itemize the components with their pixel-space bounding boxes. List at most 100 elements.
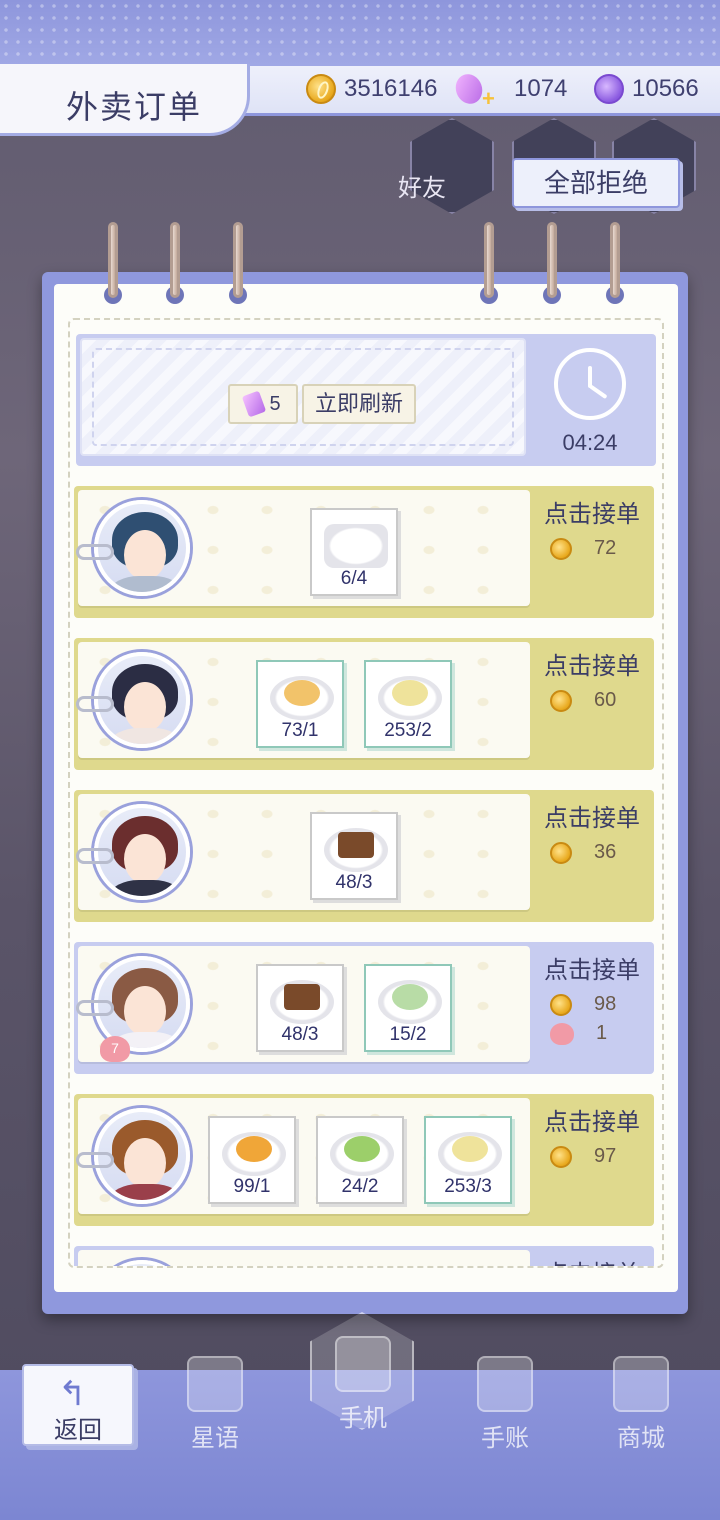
reward-panel[interactable]: 点击接单 60 bbox=[536, 646, 648, 712]
item-count: 253/3 bbox=[444, 1176, 492, 1197]
gold-reward-value: 60 bbox=[594, 689, 617, 711]
order-card[interactable]: 7 48/3 15/2 bbox=[76, 946, 530, 1062]
reward-panel[interactable]: 点击接单 bbox=[536, 1254, 648, 1266]
affection-heart-icon: 7 bbox=[100, 1036, 130, 1062]
gold-value: 3516146 bbox=[344, 75, 438, 102]
order-row[interactable]: 48/3 点击接单 36 bbox=[74, 790, 654, 922]
binder-ring bbox=[480, 222, 498, 304]
back-button[interactable]: ↰ 返回 bbox=[22, 1364, 134, 1446]
nav-shop[interactable]: 商城 bbox=[596, 1356, 686, 1453]
pastry-food bbox=[236, 1136, 272, 1162]
order-row[interactable]: 73/1 253/2 点击接单 60 bbox=[74, 638, 654, 770]
refresh-timer: 04:24 bbox=[562, 430, 618, 455]
order-card[interactable] bbox=[78, 1250, 530, 1266]
gold-reward-value: 98 bbox=[594, 993, 617, 1015]
accept-order-button[interactable]: 点击接单 bbox=[536, 1254, 648, 1266]
ring-loop bbox=[610, 222, 620, 298]
moon-counter[interactable]: 10566 bbox=[594, 72, 699, 106]
heart-reward: 1 bbox=[550, 1022, 648, 1045]
avatar-face bbox=[124, 986, 166, 1036]
order-item[interactable]: 99/1 bbox=[208, 1116, 296, 1204]
notebook-page: 5 立即刷新 04:24 6/4 点击接单 72 73/1 253/2 点击接单… bbox=[54, 284, 678, 1292]
add-gems-icon[interactable]: + bbox=[482, 86, 495, 112]
coin-icon bbox=[550, 993, 572, 1016]
accept-order-button[interactable]: 点击接单 bbox=[536, 798, 648, 833]
order-row[interactable]: 7 48/3 15/2 点击接单 98 1 bbox=[74, 942, 654, 1074]
order-card[interactable]: 6/4 bbox=[76, 490, 530, 606]
top-dots-decoration bbox=[0, 0, 720, 60]
binder-ring bbox=[166, 222, 184, 304]
order-item[interactable]: 24/2 bbox=[316, 1116, 404, 1204]
reward-panel[interactable]: 点击接单 98 1 bbox=[536, 950, 648, 1045]
nav-phone[interactable]: 手机 bbox=[318, 1336, 408, 1433]
order-notebook: 5 立即刷新 04:24 6/4 点击接单 72 73/1 253/2 点击接单… bbox=[42, 272, 688, 1314]
order-list[interactable]: 5 立即刷新 04:24 6/4 点击接单 72 73/1 253/2 点击接单… bbox=[68, 318, 664, 1268]
order-row[interactable]: 点击接单 bbox=[74, 1246, 654, 1266]
avatar-body bbox=[110, 576, 182, 592]
accept-order-button[interactable]: 点击接单 bbox=[536, 494, 648, 529]
journal-icon bbox=[477, 1356, 533, 1412]
item-count: 73/1 bbox=[281, 720, 319, 741]
order-item[interactable]: 6/4 bbox=[310, 508, 398, 596]
refresh-cost[interactable]: 5 bbox=[228, 384, 298, 424]
order-card[interactable]: 73/1 253/2 bbox=[76, 642, 530, 758]
paperclip-icon bbox=[76, 1152, 114, 1168]
order-item[interactable]: 253/3 bbox=[424, 1116, 512, 1204]
gold-reward: 72 bbox=[550, 537, 648, 560]
order-item[interactable]: 15/2 bbox=[364, 964, 452, 1052]
reward-panel[interactable]: 点击接单 97 bbox=[536, 1102, 648, 1168]
coin-icon bbox=[550, 689, 572, 712]
header: 外卖订单 3516146 1074 + 10566 bbox=[0, 62, 720, 136]
accept-order-button[interactable]: 点击接单 bbox=[536, 1102, 648, 1137]
gem-icon bbox=[242, 390, 267, 418]
order-row[interactable]: 99/1 24/2 253/3 点击接单 97 bbox=[74, 1094, 654, 1226]
heart-reward-value: 1 bbox=[596, 1022, 608, 1044]
order-card[interactable]: 48/3 bbox=[76, 794, 530, 910]
accept-order-button[interactable]: 点击接单 bbox=[536, 950, 648, 985]
back-label: 返回 bbox=[54, 1417, 102, 1444]
paperclip-icon bbox=[76, 696, 114, 712]
coin-icon bbox=[550, 537, 572, 560]
reward-panel[interactable]: 点击接单 72 bbox=[536, 494, 648, 560]
ring-loop bbox=[484, 222, 494, 298]
nav-journal[interactable]: 手账 bbox=[460, 1356, 550, 1453]
reward-panel[interactable]: 点击接单 36 bbox=[536, 798, 648, 864]
item-count: 48/3 bbox=[335, 872, 373, 893]
item-count: 99/1 bbox=[233, 1176, 271, 1197]
paperclip-icon bbox=[76, 544, 114, 560]
accept-order-button[interactable]: 点击接单 bbox=[536, 646, 648, 681]
stars-card-icon bbox=[187, 1356, 243, 1412]
avatar-body bbox=[110, 880, 182, 896]
order-item[interactable]: 253/2 bbox=[364, 660, 452, 748]
paperclip-icon bbox=[76, 848, 114, 864]
gem-counter[interactable]: 1074 bbox=[451, 70, 567, 108]
salad-food bbox=[392, 984, 428, 1010]
item-count: 6/4 bbox=[340, 568, 368, 589]
binder-ring bbox=[104, 222, 122, 304]
refresh-area: 5 立即刷新 bbox=[80, 338, 526, 456]
moon-coin-icon bbox=[594, 74, 624, 104]
gold-reward: 97 bbox=[550, 1145, 648, 1168]
gold-counter[interactable]: 3516146 bbox=[306, 72, 437, 106]
refresh-now-button[interactable]: 立即刷新 bbox=[302, 384, 416, 424]
back-arrow-icon: ↰ bbox=[58, 1375, 87, 1413]
nav-phone-label: 手机 bbox=[339, 1405, 387, 1432]
customer-avatar[interactable] bbox=[94, 1260, 190, 1266]
binder-ring bbox=[229, 222, 247, 304]
order-item[interactable]: 48/3 bbox=[256, 964, 344, 1052]
binder-ring bbox=[543, 222, 561, 304]
nav-stars[interactable]: 星语 bbox=[170, 1356, 260, 1453]
order-item[interactable]: 73/1 bbox=[256, 660, 344, 748]
friends-label-bg: 好友 bbox=[398, 175, 446, 202]
phone-icon bbox=[335, 1336, 391, 1392]
order-card[interactable]: 99/1 24/2 253/3 bbox=[76, 1098, 530, 1214]
order-item[interactable]: 48/3 bbox=[310, 812, 398, 900]
order-row[interactable]: 6/4 点击接单 72 bbox=[74, 486, 654, 618]
refresh-panel: 5 立即刷新 04:24 bbox=[76, 334, 656, 466]
page-title: 外卖订单 bbox=[66, 89, 203, 125]
gold-reward: 98 bbox=[550, 993, 648, 1016]
avatar-face bbox=[124, 834, 166, 884]
heart-icon bbox=[550, 1022, 574, 1045]
reject-all-button[interactable]: 全部拒绝 bbox=[512, 158, 680, 208]
gold-reward-value: 36 bbox=[594, 841, 617, 863]
